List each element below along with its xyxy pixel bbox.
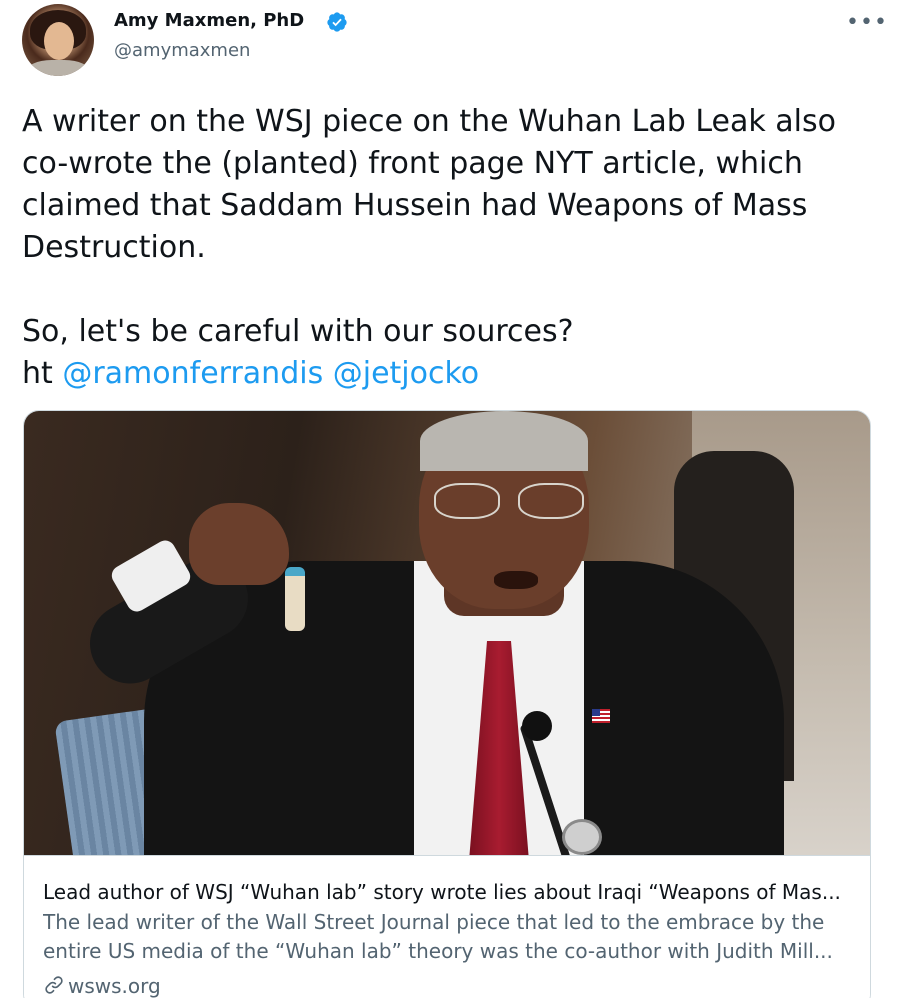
tweet-line: Destruction. [22,230,206,265]
description-line: entire US media of the “Wuhan lab” theor… [43,939,833,963]
image-glasses [434,483,584,519]
image-vial [285,567,305,631]
ht-prefix: ht [22,356,53,391]
domain-text[interactable]: wsws.org [68,974,161,998]
tweet-line: co-wrote the (planted) front page NYT ar… [22,146,803,181]
image-flag-pin [592,709,610,723]
link-card-title[interactable]: Lead author of WSJ “Wuhan lab” story wro… [43,880,853,904]
more-options-icon[interactable]: ••• [846,10,888,35]
tweet-text: A writer on the WSJ piece on the Wuhan L… [22,101,882,395]
mention-link[interactable]: @ramonferrandis [62,356,323,391]
avatar[interactable] [22,4,94,76]
link-card-body[interactable]: Lead author of WSJ “Wuhan lab” story wro… [24,855,870,998]
link-card-domain[interactable]: wsws.org [43,974,161,998]
tweet-ht-line: ht @ramonferrandis @jetjocko [22,353,882,395]
tweet-line: A writer on the WSJ piece on the Wuhan L… [22,104,836,139]
link-card-description: The lead writer of the Wall Street Journ… [43,908,853,966]
avatar-face [44,22,74,60]
verified-badge-icon [327,12,347,32]
image-hand [189,503,289,585]
tweet-line: claimed that Saddam Hussein had Weapons … [22,188,808,223]
link-card-image[interactable] [24,411,870,855]
link-icon [45,976,63,994]
image-watch [562,819,602,855]
description-line: The lead writer of the Wall Street Journ… [43,910,825,934]
image-mouth [494,571,538,589]
image-hair [420,411,588,471]
avatar-shirt [26,60,90,76]
author-display-name[interactable]: Amy Maxmen, PhD [114,10,304,31]
author-handle[interactable]: @amymaxmen [114,40,250,61]
link-card[interactable]: Lead author of WSJ “Wuhan lab” story wro… [23,410,871,998]
mention-link[interactable]: @jetjocko [333,356,479,391]
image-microphone [522,711,552,741]
tweet-question: So, let's be careful with our sources? [22,314,574,349]
